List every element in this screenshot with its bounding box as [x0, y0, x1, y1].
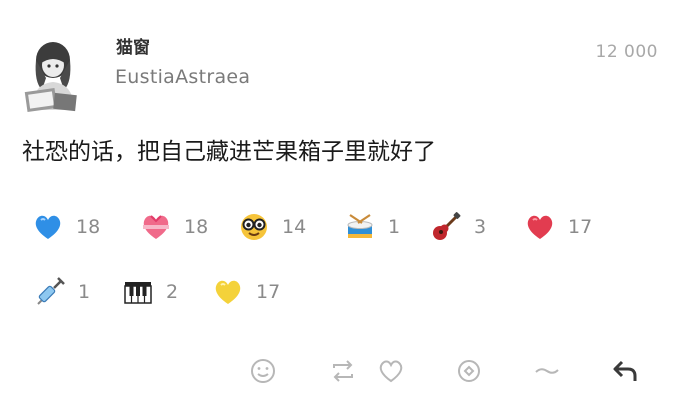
like-button[interactable]	[374, 354, 408, 388]
repost-button[interactable]	[326, 354, 360, 388]
add-reaction-icon	[251, 359, 275, 383]
reaction-count: 1	[388, 216, 401, 238]
yellow-heart-icon	[215, 280, 241, 304]
quote-icon	[458, 360, 480, 382]
reaction-count: 18	[184, 216, 209, 238]
more-button[interactable]	[530, 354, 564, 388]
syringe-icon	[37, 277, 65, 305]
heart-with-ribbon-icon	[143, 215, 169, 239]
author-handle[interactable]: EustiaAstraea	[115, 66, 250, 88]
reaction-count: 2	[166, 281, 179, 303]
blue-heart-icon	[35, 215, 61, 239]
reaction-smiling-face-with-sunglasses[interactable]: 14	[238, 210, 306, 244]
post-timestamp[interactable]: 12 000	[596, 42, 658, 62]
reaction-syringe[interactable]: 1	[34, 275, 90, 309]
reply-button[interactable]	[608, 354, 642, 388]
guitar-icon	[433, 212, 461, 240]
post-text: 社恐的话，把自己藏进芒果箱子里就好了	[22, 139, 436, 165]
author-name[interactable]: 猫窗	[116, 38, 150, 58]
avatar[interactable]	[18, 38, 88, 114]
like-icon	[379, 360, 403, 383]
piano-keys-icon	[124, 282, 152, 304]
reaction-count: 17	[568, 216, 593, 238]
repost-icon	[333, 360, 353, 382]
reaction-piano-keys[interactable]: 2	[122, 275, 178, 309]
drum-icon	[347, 214, 373, 238]
smiling-face-with-sunglasses-icon	[241, 214, 267, 240]
add-reaction-button[interactable]	[246, 354, 280, 388]
red-heart-icon	[527, 215, 553, 239]
reply-icon	[613, 360, 637, 381]
reaction-yellow-heart[interactable]: 17	[212, 275, 280, 309]
quote-button[interactable]	[452, 354, 486, 388]
reaction-guitar[interactable]: 3	[430, 210, 486, 244]
more-icon	[535, 368, 559, 374]
reaction-heart-with-ribbon[interactable]: 18	[140, 210, 208, 244]
reaction-blue-heart[interactable]: 18	[32, 210, 100, 244]
reaction-drum[interactable]: 1	[344, 210, 400, 244]
reaction-count: 3	[474, 216, 487, 238]
reaction-count: 17	[256, 281, 281, 303]
reaction-count: 1	[78, 281, 91, 303]
reaction-count: 14	[282, 216, 307, 238]
reaction-red-heart[interactable]: 17	[524, 210, 592, 244]
reaction-count: 18	[76, 216, 101, 238]
